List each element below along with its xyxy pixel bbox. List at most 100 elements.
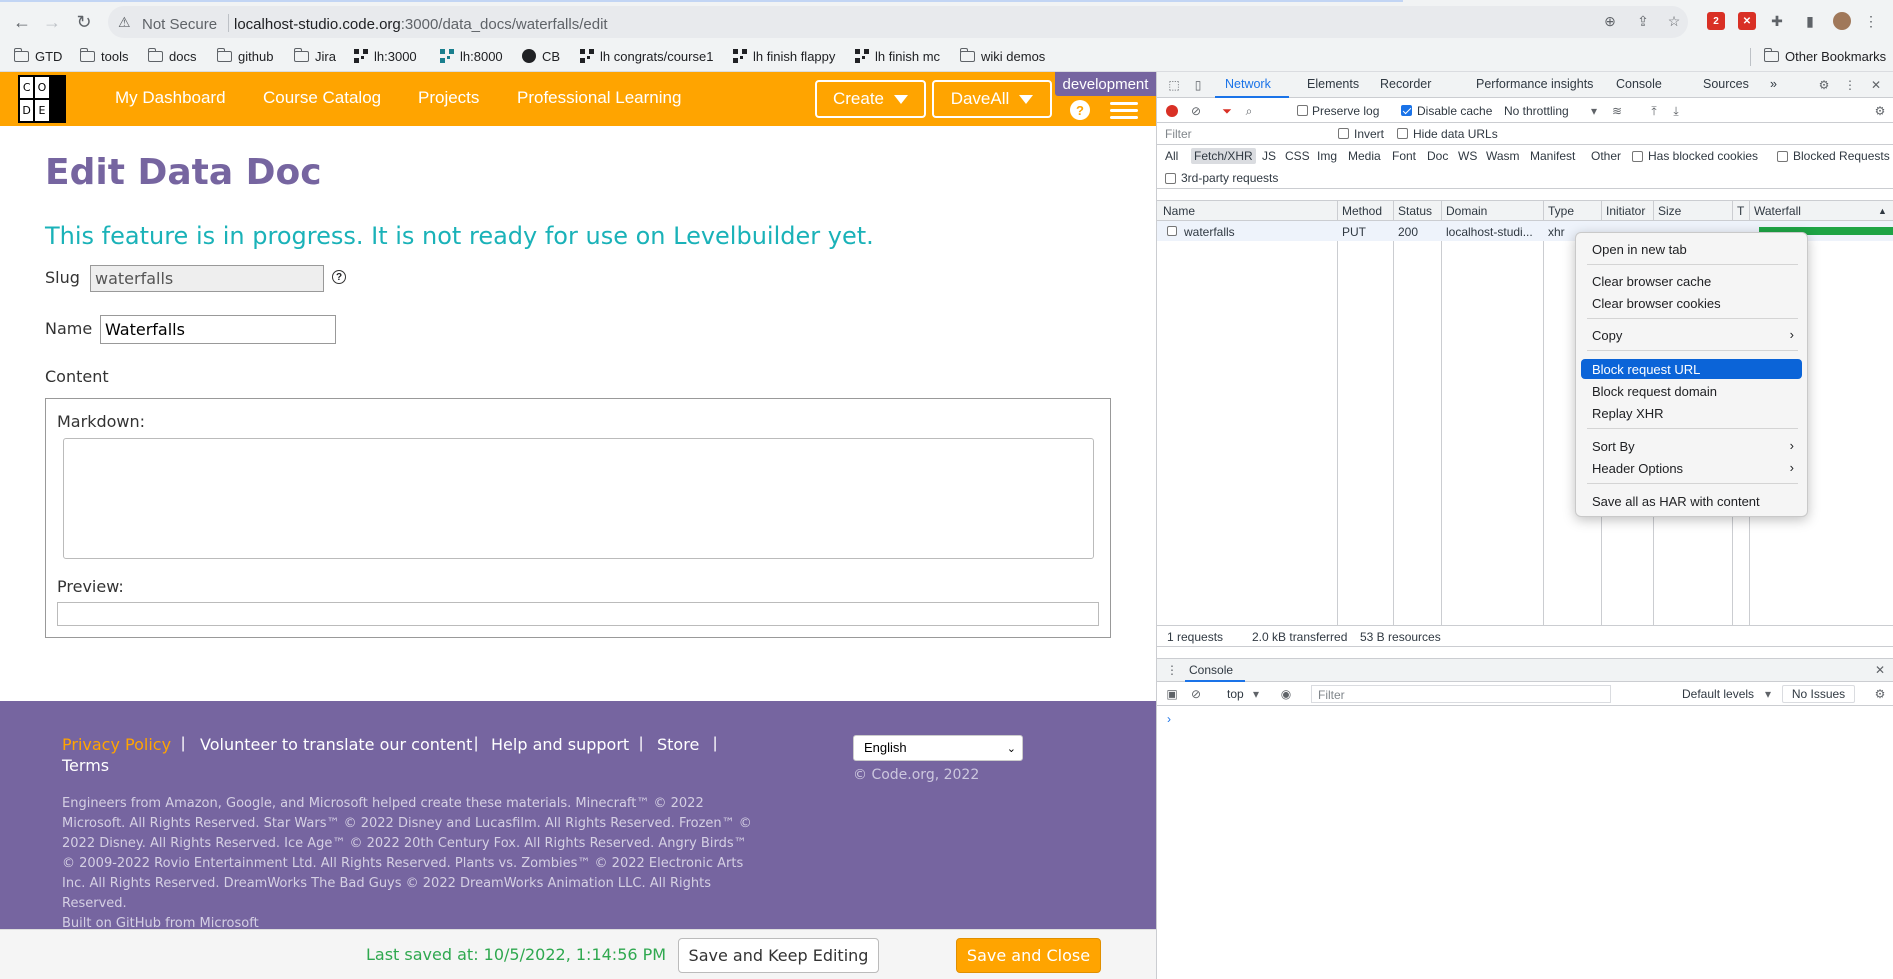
- export-har-icon[interactable]: ⤓: [1669, 104, 1683, 118]
- save-keep-editing-button[interactable]: Save and Keep Editing: [678, 938, 879, 973]
- device-toolbar-icon[interactable]: ▯: [1191, 78, 1205, 92]
- menu-save-har[interactable]: Save all as HAR with content: [1581, 491, 1802, 511]
- menu-clear-cookies[interactable]: Clear browser cookies: [1581, 293, 1802, 313]
- default-levels-select[interactable]: Default levels: [1682, 687, 1754, 701]
- tab-network[interactable]: Network: [1225, 77, 1271, 91]
- footer-terms[interactable]: Terms: [62, 756, 109, 775]
- console-settings-icon[interactable]: ⚙: [1873, 687, 1887, 701]
- user-dropdown-button[interactable]: DaveAll: [932, 80, 1052, 118]
- bookmark-lh-flappy[interactable]: lh finish flappy: [733, 46, 835, 66]
- type-ws[interactable]: WS: [1458, 149, 1477, 163]
- bookmark-wiki-demos[interactable]: wiki demos: [959, 46, 1045, 66]
- close-devtools-icon[interactable]: ✕: [1869, 78, 1883, 92]
- blocked-requests-checkbox[interactable]: [1777, 151, 1788, 162]
- disable-cache-checkbox[interactable]: [1401, 105, 1412, 116]
- extension-badge-icon[interactable]: 2: [1707, 12, 1725, 30]
- close-drawer-icon[interactable]: ✕: [1873, 663, 1887, 677]
- type-media[interactable]: Media: [1348, 149, 1381, 163]
- bookmark-lh-congrats[interactable]: lh congrats/course1: [580, 46, 713, 66]
- menu-open-new-tab[interactable]: Open in new tab: [1581, 239, 1802, 259]
- reload-icon[interactable]: ↻: [72, 10, 96, 34]
- tab-console[interactable]: Console: [1616, 77, 1662, 91]
- menu-copy[interactable]: Copy ›: [1581, 325, 1802, 345]
- profile-avatar[interactable]: [1833, 12, 1851, 30]
- menu-sort-by[interactable]: Sort By ›: [1581, 436, 1802, 456]
- footer-store[interactable]: Store: [657, 735, 699, 754]
- type-all[interactable]: All: [1165, 149, 1178, 163]
- network-settings-icon[interactable]: ⚙: [1873, 104, 1887, 118]
- extensions-puzzle-icon[interactable]: ✚: [1768, 12, 1786, 30]
- import-har-icon[interactable]: ⤒: [1647, 104, 1661, 118]
- network-conditions-icon[interactable]: ≋: [1610, 104, 1624, 118]
- settings-gear-icon[interactable]: ⚙: [1817, 78, 1831, 92]
- bookmark-tools[interactable]: tools: [79, 46, 128, 66]
- help-icon[interactable]: ?: [1070, 100, 1090, 120]
- nav-my-dashboard[interactable]: My Dashboard: [115, 88, 226, 108]
- hamburger-menu-icon[interactable]: [1110, 102, 1138, 120]
- menu-replay-xhr[interactable]: Replay XHR: [1581, 403, 1802, 423]
- has-blocked-cookies-checkbox[interactable]: [1632, 151, 1643, 162]
- invert-checkbox[interactable]: [1338, 128, 1349, 139]
- menu-header-options[interactable]: Header Options ›: [1581, 458, 1802, 478]
- bookmark-lh8000[interactable]: lh:8000: [440, 46, 503, 66]
- col-waterfall[interactable]: Waterfall: [1754, 204, 1801, 218]
- drawer-menu-icon[interactable]: ⋮: [1165, 663, 1179, 677]
- search-icon[interactable]: ⌕: [1242, 104, 1256, 118]
- drawer-tab-console[interactable]: Console: [1189, 663, 1233, 677]
- record-icon[interactable]: [1165, 104, 1179, 118]
- type-font[interactable]: Font: [1392, 149, 1416, 163]
- security-label[interactable]: Not Secure: [142, 16, 217, 33]
- type-fetch-xhr[interactable]: Fetch/XHR: [1191, 148, 1256, 164]
- hide-data-urls-checkbox[interactable]: [1397, 128, 1408, 139]
- bookmark-gtd[interactable]: GTD: [13, 46, 62, 66]
- clear-console-icon[interactable]: ⊘: [1189, 687, 1203, 701]
- col-time[interactable]: T: [1737, 204, 1744, 218]
- console-filter-input[interactable]: Filter: [1311, 685, 1611, 703]
- browser-menu-icon[interactable]: ⋮: [1862, 12, 1880, 30]
- url-text[interactable]: localhost-studio.code.org:3000/data_docs…: [234, 16, 608, 33]
- third-party-checkbox[interactable]: [1165, 173, 1176, 184]
- bookmark-github[interactable]: github: [216, 46, 273, 66]
- warning-icon[interactable]: ⚠: [118, 14, 131, 31]
- type-wasm[interactable]: Wasm: [1486, 149, 1520, 163]
- bookmark-cb[interactable]: CB: [522, 46, 560, 66]
- filter-funnel-icon[interactable]: ⏷: [1220, 104, 1234, 118]
- preserve-log-checkbox[interactable]: [1297, 105, 1308, 116]
- tab-performance-insights[interactable]: Performance insights: [1476, 77, 1593, 91]
- back-icon[interactable]: ←: [10, 10, 34, 34]
- name-input[interactable]: Waterfalls: [100, 315, 336, 344]
- type-js[interactable]: JS: [1262, 149, 1276, 163]
- col-method[interactable]: Method: [1342, 204, 1382, 218]
- bookmark-jira[interactable]: Jira: [293, 46, 336, 66]
- type-img[interactable]: Img: [1317, 149, 1337, 163]
- menu-clear-cache[interactable]: Clear browser cache: [1581, 271, 1802, 291]
- sidebar-toggle-icon[interactable]: ▣: [1165, 687, 1179, 701]
- footer-translate[interactable]: Volunteer to translate our content: [200, 735, 472, 754]
- throttling-select[interactable]: No throttling: [1504, 104, 1569, 118]
- network-filter-input[interactable]: Filter: [1161, 125, 1333, 143]
- tab-recorder[interactable]: Recorder: [1380, 77, 1431, 91]
- console-prompt[interactable]: ›: [1167, 712, 1171, 726]
- type-css[interactable]: CSS: [1285, 149, 1310, 163]
- menu-block-request-url[interactable]: Block request URL: [1581, 359, 1802, 379]
- type-manifest[interactable]: Manifest: [1530, 149, 1575, 163]
- language-select[interactable]: English ⌄: [853, 735, 1023, 761]
- side-panel-icon[interactable]: ▮: [1801, 12, 1819, 30]
- clear-icon[interactable]: ⊘: [1189, 104, 1203, 118]
- footer-privacy-policy[interactable]: Privacy Policy: [62, 735, 171, 754]
- kebab-menu-icon[interactable]: ⋮: [1843, 78, 1857, 92]
- col-name[interactable]: Name: [1163, 204, 1195, 218]
- col-status[interactable]: Status: [1398, 204, 1432, 218]
- col-size[interactable]: Size: [1658, 204, 1681, 218]
- menu-block-request-domain[interactable]: Block request domain: [1581, 381, 1802, 401]
- tab-elements[interactable]: Elements: [1307, 77, 1359, 91]
- slug-input[interactable]: waterfalls: [90, 265, 324, 292]
- create-dropdown-button[interactable]: Create: [815, 80, 926, 118]
- nav-professional-learning[interactable]: Professional Learning: [517, 88, 681, 108]
- nav-projects[interactable]: Projects: [418, 88, 479, 108]
- forward-icon[interactable]: →: [40, 10, 64, 34]
- eye-icon[interactable]: ◉: [1279, 687, 1293, 701]
- type-other[interactable]: Other: [1591, 149, 1621, 163]
- other-bookmarks[interactable]: Other Bookmarks: [1763, 46, 1886, 66]
- nav-course-catalog[interactable]: Course Catalog: [263, 88, 381, 108]
